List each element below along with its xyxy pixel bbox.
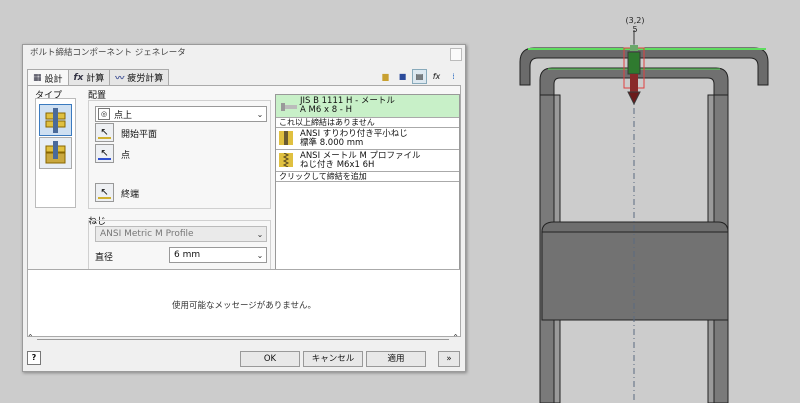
bolt-icon bbox=[281, 103, 297, 111]
tab-design-label: 設計 bbox=[44, 74, 63, 85]
type-selector bbox=[35, 98, 76, 208]
stack-item-add[interactable]: クリックして締結を追加 bbox=[276, 172, 459, 182]
help-button[interactable]: ? bbox=[27, 351, 41, 365]
fx-calc-icon[interactable]: fx bbox=[429, 69, 444, 84]
thread-group: ANSI Metric M Profile ⌄ 直径 6 mm ⌄ bbox=[88, 220, 271, 276]
point-select-button[interactable]: ↖ bbox=[95, 144, 114, 163]
threaded-hole-icon bbox=[279, 153, 293, 167]
dialog-toolbar: ▆ ■ ▤ fx ⁞ bbox=[378, 69, 461, 84]
close-button[interactable] bbox=[450, 48, 462, 61]
through-bolt-type-button[interactable] bbox=[39, 104, 72, 136]
chevron-down-icon: ⌄ bbox=[256, 250, 264, 260]
bolted-connection-dialog: ボルト締結コンポーネント ジェネレータ ▦ 設計 fx 計算 〰 疲労計算 ▆ … bbox=[22, 44, 466, 372]
stack-item-no-more[interactable]: これ以上締結はありません bbox=[276, 118, 459, 128]
stack-item-nut[interactable]: JIS B 1111 H - メートル A M6 x 8 - H bbox=[276, 95, 459, 118]
message-area: 使用可能なメッセージがありません。 bbox=[27, 269, 461, 337]
stack-item-line2: 標準 8.000 mm bbox=[300, 138, 364, 148]
blind-bolt-icon bbox=[45, 141, 66, 164]
diameter-value: 6 mm bbox=[174, 250, 201, 260]
start-plane-select-button[interactable]: ↖ bbox=[95, 123, 114, 142]
options-icon[interactable]: ⁞ bbox=[446, 69, 461, 84]
stack-item-line1: これ以上締結はありません bbox=[279, 118, 375, 127]
termination-select-button[interactable]: ↖ bbox=[95, 183, 114, 202]
dialog-footer: ? OK キャンセル 適用 » bbox=[27, 351, 461, 367]
chevron-down-icon: ⌄ bbox=[256, 229, 264, 239]
tab-calculation[interactable]: fx 計算 bbox=[67, 69, 111, 85]
tab-fatigue[interactable]: 〰 疲労計算 bbox=[109, 69, 170, 85]
fx-icon: fx bbox=[73, 72, 84, 83]
cancel-button[interactable]: キャンセル bbox=[303, 351, 363, 367]
hole-icon bbox=[279, 131, 293, 145]
design-icon: ▦ bbox=[33, 73, 42, 83]
stack-item-line1: クリックして締結を追加 bbox=[279, 172, 367, 181]
fastener-stack-list: JIS B 1111 H - メートル A M6 x 8 - H これ以上締結は… bbox=[275, 94, 460, 270]
through-bolt-icon bbox=[45, 108, 66, 133]
chevron-up-icon: ⌃ bbox=[452, 333, 459, 342]
stack-item-screw[interactable]: ANSI すりわり付き平小ねじ 標準 8.000 mm bbox=[276, 128, 459, 150]
open-folder-icon[interactable]: ▆ bbox=[378, 69, 393, 84]
placement-dropdown[interactable]: ◎ 点上 ⌄ bbox=[95, 106, 267, 122]
stack-item-thread[interactable]: ANSI メートル M プロファイル ねじ付き M6x1 6H bbox=[276, 150, 459, 172]
termination-label: 終端 bbox=[121, 190, 140, 200]
tab-design[interactable]: ▦ 設計 bbox=[27, 69, 69, 86]
ok-button[interactable]: OK bbox=[240, 351, 300, 367]
stack-item-line2: ねじ付き M6x1 6H bbox=[300, 160, 375, 170]
point-label: 点 bbox=[121, 151, 131, 161]
dialog-title: ボルト締結コンポーネント ジェネレータ bbox=[23, 45, 465, 62]
placement-group: ◎ 点上 ⌄ ↖ 開始平面 ↖ 点 ↖ 終端 bbox=[88, 100, 271, 209]
chevron-up-icon: ⌃ bbox=[27, 333, 34, 342]
thread-type-value: ANSI Metric M Profile bbox=[100, 229, 194, 239]
blind-hole-type-button[interactable] bbox=[39, 137, 72, 169]
stack-item-line2: A M6 x 8 - H bbox=[300, 105, 352, 115]
dialog-title-text: ボルト締結コンポーネント ジェネレータ bbox=[30, 48, 186, 58]
design-mode-icon[interactable]: ▤ bbox=[412, 69, 427, 84]
message-text: 使用可能なメッセージがありません。 bbox=[171, 301, 317, 311]
placement-value: 点上 bbox=[114, 110, 133, 121]
splitter-bar bbox=[37, 339, 449, 340]
save-icon[interactable]: ■ bbox=[395, 69, 410, 84]
on-point-icon: ◎ bbox=[98, 108, 110, 120]
diameter-dropdown[interactable]: 6 mm ⌄ bbox=[169, 247, 267, 263]
tab-calculation-label: 計算 bbox=[86, 74, 105, 84]
more-button[interactable]: » bbox=[438, 351, 460, 367]
tab-fatigue-label: 疲労計算 bbox=[127, 74, 164, 84]
tab-bar: ▦ 設計 fx 計算 〰 疲労計算 bbox=[27, 69, 170, 86]
diameter-label: 直径 bbox=[95, 253, 114, 263]
apply-button[interactable]: 適用 bbox=[366, 351, 426, 367]
start-plane-label: 開始平面 bbox=[121, 130, 158, 140]
chevron-down-icon: ⌄ bbox=[256, 109, 264, 119]
thread-type-dropdown[interactable]: ANSI Metric M Profile ⌄ bbox=[95, 226, 267, 242]
fatigue-icon: 〰 bbox=[115, 74, 125, 84]
message-splitter[interactable]: ⌃ ⌃ bbox=[27, 333, 459, 342]
dimension-label: (3,2) 5 bbox=[625, 16, 645, 34]
